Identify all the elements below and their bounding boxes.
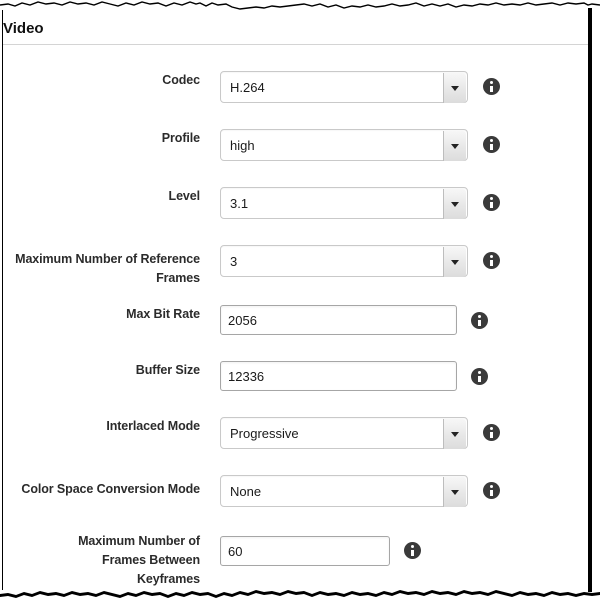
field-control [220, 361, 488, 391]
page-title: Video [3, 20, 44, 37]
field-label: Buffer Size [135, 363, 200, 377]
form-row: Level 3.1 [3, 187, 500, 219]
field-label: Codec [162, 73, 200, 87]
field-control [220, 535, 421, 566]
select-value: 3.1 [230, 196, 249, 211]
field-label: Profile [161, 131, 200, 145]
select-codec[interactable]: H.264 [220, 71, 468, 103]
form-row: Maximum Number of Frames Between Keyfram… [3, 534, 421, 589]
panel-body: Video Codec H.264 Profile high Level 3.1 Maxim… [3, 10, 588, 588]
field-control: 3.1 [220, 187, 500, 219]
select-value: None [230, 484, 262, 499]
chevron-down-icon[interactable] [443, 419, 466, 449]
info-icon[interactable] [483, 252, 500, 269]
info-icon[interactable] [471, 312, 488, 329]
info-icon[interactable] [483, 424, 500, 441]
video-settings-panel: Video Codec H.264 Profile high Level 3.1 Maxim… [0, 0, 600, 606]
input-buffer-size[interactable] [220, 361, 457, 391]
form-row: Buffer Size [3, 361, 488, 391]
chevron-down-icon[interactable] [443, 73, 466, 103]
info-icon[interactable] [483, 194, 500, 211]
select-value: Progressive [230, 426, 299, 441]
info-icon[interactable] [404, 542, 421, 559]
info-icon[interactable] [483, 482, 500, 499]
select-profile[interactable]: high [220, 129, 468, 161]
chevron-down-icon[interactable] [443, 247, 466, 277]
info-icon[interactable] [483, 136, 500, 153]
field-label: Interlaced Mode [106, 419, 200, 433]
field-control: Progressive [220, 417, 500, 449]
field-label: Maximum Number of Frames Between Keyfram… [78, 534, 200, 586]
form-row: Interlaced Mode Progressive [3, 417, 500, 449]
info-icon[interactable] [483, 78, 500, 95]
field-control: H.264 [220, 71, 500, 103]
select-maximum-number-of-reference-frames[interactable]: 3 [220, 245, 468, 277]
form-row: Color Space Conversion Mode None [3, 475, 500, 507]
section-header: Video [3, 20, 588, 45]
field-label: Level [168, 189, 201, 203]
field-control: None [220, 475, 500, 507]
select-interlaced-mode[interactable]: Progressive [220, 417, 468, 449]
field-control: high [220, 129, 500, 161]
select-value: H.264 [230, 80, 265, 95]
field-control [220, 305, 488, 335]
form-row: Maximum Number of Reference Frames 3 [3, 245, 500, 288]
field-label: Max Bit Rate [126, 307, 200, 321]
chevron-down-icon[interactable] [443, 477, 466, 507]
form-row: Codec H.264 [3, 71, 500, 103]
form-row: Max Bit Rate [3, 305, 488, 335]
input-maximum-number-of-frames-between-keyframes[interactable] [220, 536, 390, 566]
section-divider [3, 44, 588, 45]
field-label: Maximum Number of Reference Frames [15, 252, 200, 285]
select-color-space-conversion-mode[interactable]: None [220, 475, 468, 507]
info-icon[interactable] [471, 368, 488, 385]
select-value: high [230, 138, 255, 153]
field-control: 3 [220, 245, 500, 277]
panel-right-border [588, 8, 592, 592]
form-row: Profile high [3, 129, 500, 161]
chevron-down-icon[interactable] [443, 189, 466, 219]
field-label: Color Space Conversion Mode [21, 482, 200, 496]
select-level[interactable]: 3.1 [220, 187, 468, 219]
select-value: 3 [230, 254, 238, 269]
input-max-bit-rate[interactable] [220, 305, 457, 335]
chevron-down-icon[interactable] [443, 131, 466, 161]
